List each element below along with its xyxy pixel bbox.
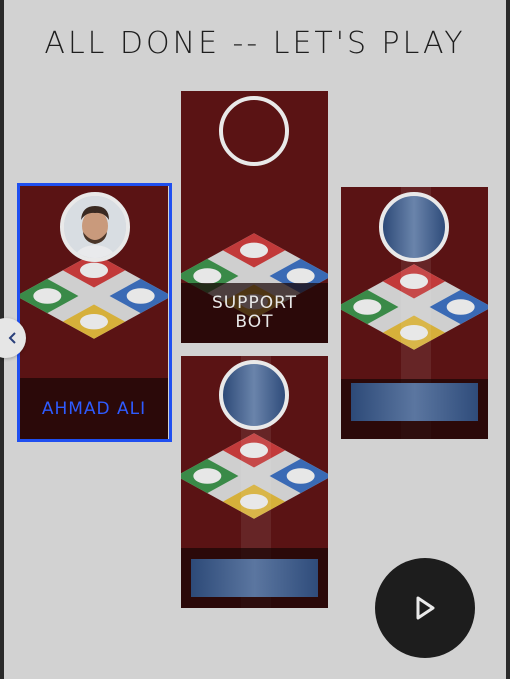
player-name-placeholder <box>351 383 478 421</box>
page-title: All Done -- Let's Play <box>44 26 466 61</box>
player-name-band: SUPPORT BOT <box>181 283 328 343</box>
chevron-left-icon <box>8 332 16 344</box>
player-name-placeholder <box>191 559 318 597</box>
play-icon <box>416 596 435 620</box>
player-name-band <box>341 379 488 439</box>
play-button[interactable] <box>375 558 475 658</box>
player-name-band <box>181 548 328 608</box>
player-avatar <box>60 192 130 262</box>
player-avatar-placeholder <box>219 360 289 430</box>
player-name: SUPPORT BOT <box>211 293 298 332</box>
player-name: AHMAD ALI <box>41 398 147 419</box>
player-card-ahmad[interactable]: AHMAD ALI <box>20 186 168 439</box>
right-edge <box>506 0 510 679</box>
player-card-empty-slot[interactable] <box>181 356 328 608</box>
player-avatar <box>219 96 289 166</box>
lobby-screen: All Done -- Let's Play <box>0 0 510 679</box>
player-card-support-bot[interactable]: SUPPORT BOT <box>181 91 328 343</box>
player-name-band: AHMAD ALI <box>20 378 168 439</box>
person-photo <box>64 196 126 258</box>
player-avatar-placeholder <box>379 192 449 262</box>
player-card-empty-slot[interactable] <box>341 187 488 439</box>
